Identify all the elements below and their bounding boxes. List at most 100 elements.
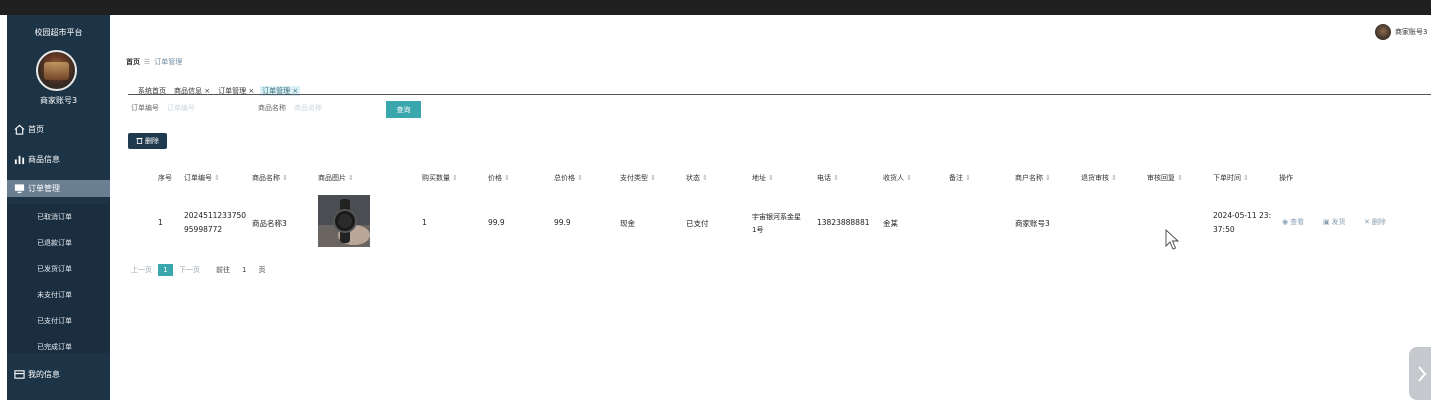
th-review-reply[interactable]: 审核回复 ⇕ — [1147, 173, 1183, 183]
th-total[interactable]: 总价格 ⇕ — [554, 173, 583, 183]
order-no-label: 订单编号 — [131, 104, 159, 112]
th-quantity[interactable]: 购买数量 ⇕ — [422, 173, 458, 183]
submenu-refunded-orders[interactable]: 已退款订单 — [7, 230, 110, 256]
delete-action[interactable]: ✕ 删除 — [1364, 217, 1386, 227]
ship-action[interactable]: ▣ 发货 — [1323, 217, 1346, 227]
box-icon: ▣ — [1323, 218, 1330, 226]
trash-icon — [136, 137, 143, 146]
next-page-button[interactable]: 下一页 — [179, 265, 200, 275]
sidebar-username: 商家账号3 — [39, 96, 78, 105]
th-phone[interactable]: 电话 ⇕ — [817, 173, 839, 183]
cell-price: 99.9 — [488, 218, 505, 227]
submenu-cancelled-orders[interactable]: 已取消订单 — [7, 204, 110, 230]
card-icon — [13, 368, 25, 380]
mouse-cursor-icon — [1165, 229, 1180, 250]
cell-order-time-line1: 2024-05-11 23: — [1213, 211, 1272, 220]
sort-icon: ⇕ — [348, 174, 354, 182]
cell-quantity: 1 — [422, 218, 427, 227]
avatar[interactable] — [36, 50, 77, 91]
th-address[interactable]: 地址 ⇕ — [752, 173, 774, 183]
submenu-completed-orders[interactable]: 已完成订单 — [7, 334, 110, 360]
home-icon — [13, 123, 25, 135]
cell-address-line1: 宇宙银河系金星 — [752, 213, 801, 221]
delete-button[interactable]: 删除 — [128, 133, 167, 149]
filter-product-name: 商品名称 — [258, 103, 364, 113]
prev-page-button[interactable]: 上一页 — [131, 265, 152, 275]
cell-index: 1 — [158, 218, 163, 227]
pagination: 上一页 1 下一页 前往 1 页 — [131, 264, 265, 276]
th-merchant[interactable]: 商户名称 ⇕ — [1015, 173, 1051, 183]
sidebar-item-home[interactable]: 首页 — [7, 116, 110, 142]
brand-title: 校园超市平台 — [34, 28, 83, 37]
th-status[interactable]: 状态 ⇕ — [686, 173, 708, 183]
sidebar-item-label: 首页 — [28, 124, 44, 134]
sidebar-item-products[interactable]: 商品信息 — [7, 146, 110, 172]
sort-icon: ⇕ — [1177, 174, 1183, 182]
chevron-right-icon[interactable] — [1409, 347, 1431, 400]
goto-label: 前往 — [216, 266, 230, 274]
sort-icon: ⇕ — [1111, 174, 1117, 182]
top-bar — [0, 0, 1431, 15]
view-action[interactable]: ◉ 查看 — [1282, 217, 1304, 227]
sidebar-item-label: 商品信息 — [28, 154, 60, 164]
close-icon: ✕ — [1364, 218, 1370, 226]
search-button[interactable]: 查询 — [386, 101, 421, 118]
page-number-button[interactable]: 1 — [158, 264, 173, 276]
th-receiver[interactable]: 收货人 ⇕ — [883, 173, 912, 183]
breadcrumb-current: 订单管理 — [154, 58, 183, 66]
cell-merchant: 商家账号3 — [1015, 219, 1050, 228]
monitor-icon — [13, 183, 25, 195]
filter-order-no: 订单编号 — [131, 103, 237, 113]
product-image[interactable] — [318, 195, 370, 247]
breadcrumb-home[interactable]: 首页 — [126, 57, 140, 67]
cell-total: 99.9 — [554, 218, 571, 227]
cell-order-no-line1: 2024511233750 — [184, 211, 247, 220]
header-username: 商家账号3 — [1395, 28, 1428, 36]
orders-submenu: 已取消订单 已退款订单 已发货订单 未支付订单 已支付订单 已完成订单 — [7, 204, 110, 353]
th-order-time[interactable]: 下单时间 ⇕ — [1213, 173, 1249, 183]
cell-address-line2: 1号 — [752, 226, 764, 234]
cell-product-name: 商品名称3 — [252, 219, 287, 228]
submenu-paid-orders[interactable]: 已支付订单 — [7, 308, 110, 334]
sort-icon: ⇕ — [833, 174, 839, 182]
sort-icon: ⇕ — [1243, 174, 1249, 182]
th-order-no[interactable]: 订单编号 ⇕ — [184, 173, 220, 183]
th-product-name[interactable]: 商品名称 ⇕ — [252, 173, 288, 183]
sidebar-item-orders[interactable]: 订单管理 — [7, 180, 110, 197]
sort-icon: ⇕ — [702, 174, 708, 182]
product-name-label: 商品名称 — [258, 104, 286, 112]
sort-icon: ⇕ — [768, 174, 774, 182]
goto-page-input[interactable]: 1 — [242, 266, 246, 274]
cell-status: 已支付 — [686, 219, 709, 228]
sort-icon: ⇕ — [965, 174, 971, 182]
tabs-divider — [128, 94, 1431, 95]
cell-order-no-line2: 95998772 — [184, 225, 223, 234]
th-product-image[interactable]: 商品图片 ⇕ — [318, 173, 354, 183]
sort-icon: ⇕ — [452, 174, 458, 182]
th-price[interactable]: 价格 ⇕ — [488, 173, 510, 183]
th-return-review[interactable]: 退货审核 ⇕ — [1081, 173, 1117, 183]
th-pay-type[interactable]: 支付类型 ⇕ — [620, 173, 656, 183]
sidebar-item-label: 订单管理 — [28, 184, 60, 193]
th-remark[interactable]: 备注 ⇕ — [949, 173, 971, 183]
submenu-unpaid-orders[interactable]: 未支付订单 — [7, 282, 110, 308]
cell-phone: 13823888881 — [817, 218, 870, 227]
breadcrumb: 首页 ☰ 订单管理 — [126, 57, 182, 67]
order-no-input[interactable] — [167, 104, 237, 112]
breadcrumb-separator: ☰ — [144, 58, 151, 66]
sidebar: 校园超市平台 商家账号3 首页 商品信息 订单管理 已取消订单 已退款订单 已发… — [7, 15, 110, 400]
header-avatar — [1375, 24, 1391, 40]
sort-icon: ⇕ — [577, 174, 583, 182]
submenu-shipped-orders[interactable]: 已发货订单 — [7, 256, 110, 282]
sort-icon: ⇕ — [504, 174, 510, 182]
sort-icon: ⇕ — [906, 174, 912, 182]
sort-icon: ⇕ — [282, 174, 288, 182]
sidebar-item-label: 我的信息 — [28, 369, 60, 379]
cell-pay-type: 现金 — [620, 219, 635, 228]
product-name-input[interactable] — [294, 104, 364, 112]
sidebar-item-my-info[interactable]: 我的信息 — [7, 361, 110, 387]
th-actions: 操作 — [1279, 174, 1293, 182]
cell-receiver: 金某 — [883, 219, 898, 228]
sort-icon: ⇕ — [1045, 174, 1051, 182]
header-user[interactable]: 商家账号3 — [1375, 24, 1427, 40]
